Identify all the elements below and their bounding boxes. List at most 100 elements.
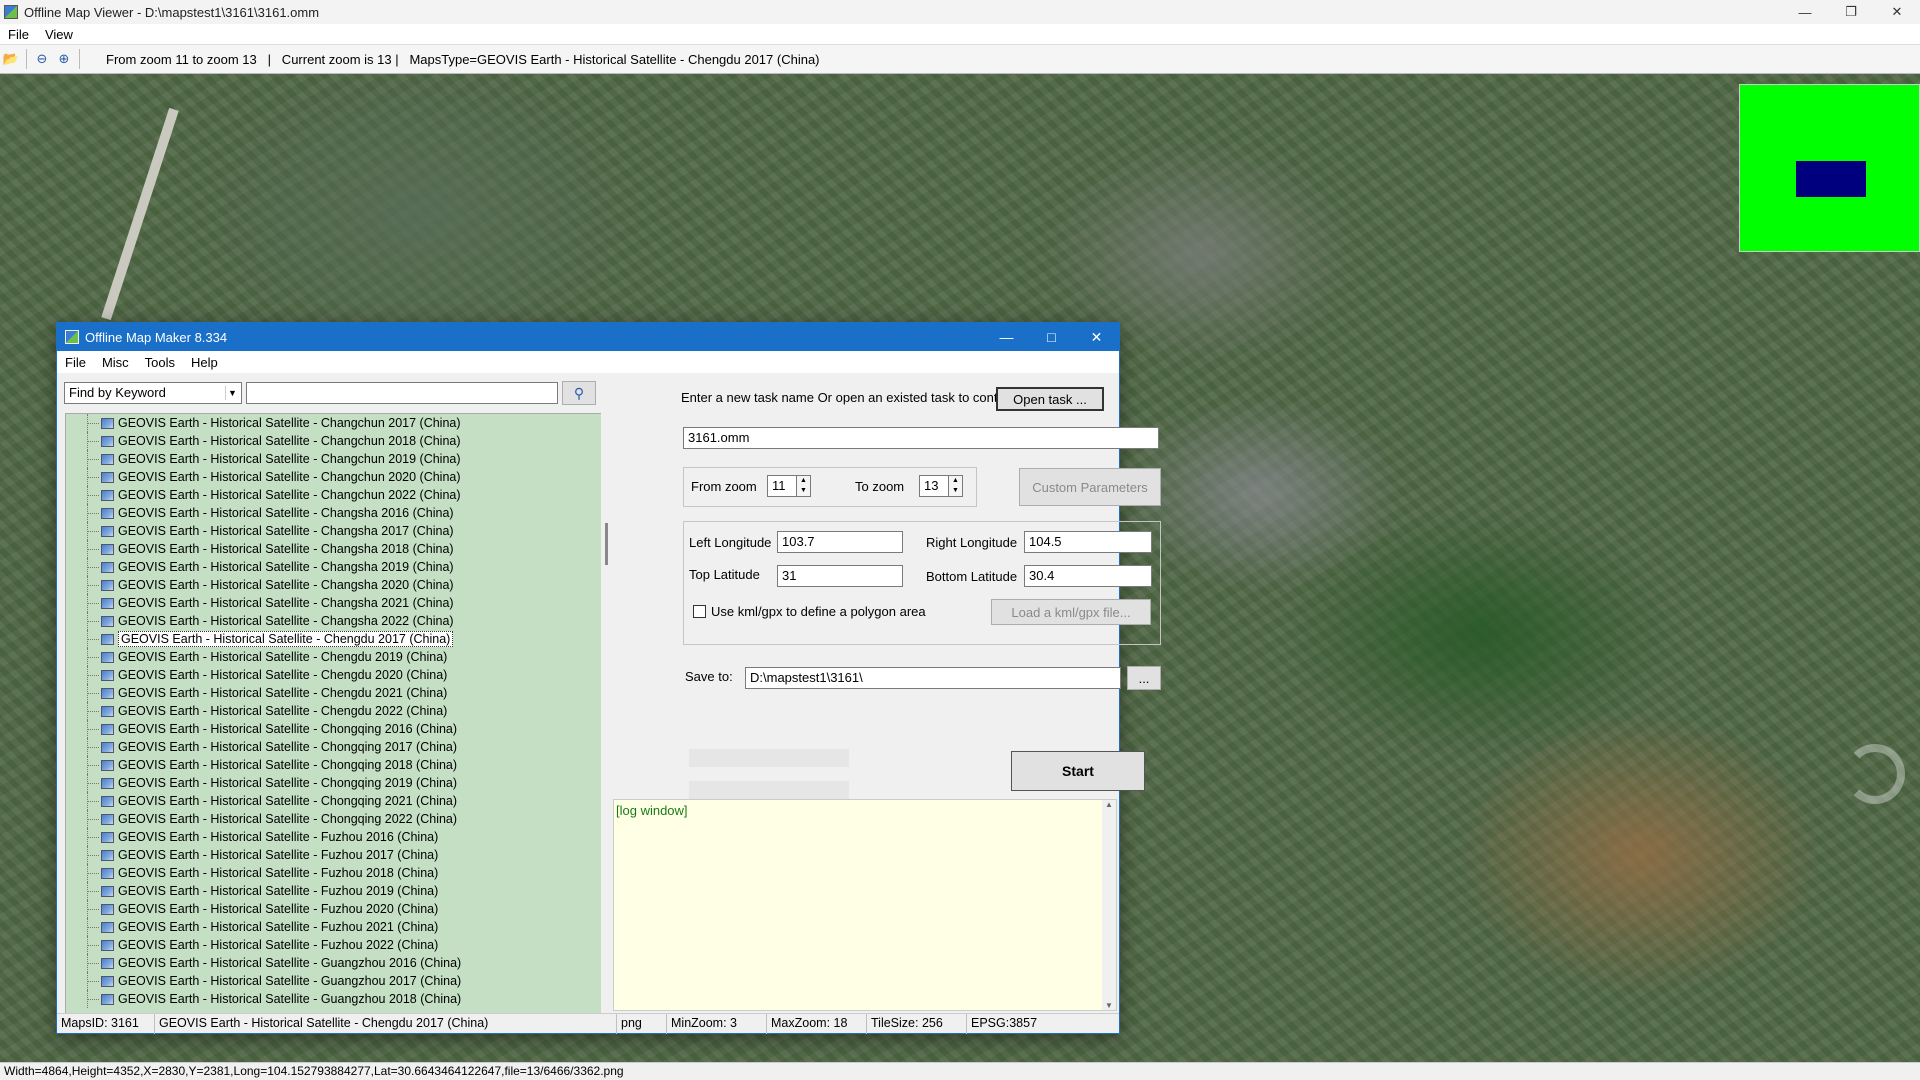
tree-item[interactable]: GEOVIS Earth - Historical Satellite - Ch… [66, 756, 602, 774]
chevron-down-icon[interactable]: ▼ [225, 386, 239, 400]
dialog-titlebar[interactable]: Offline Map Maker 8.334 — □ ✕ [57, 323, 1119, 351]
overview-minimap[interactable] [1739, 84, 1920, 252]
tree-item[interactable]: GEOVIS Earth - Historical Satellite - Fu… [66, 864, 602, 882]
dialog-menu-help[interactable]: Help [183, 355, 226, 370]
load-kml-button[interactable]: Load a kml/gpx file... [991, 599, 1151, 625]
tree-item[interactable]: GEOVIS Earth - Historical Satellite - Ch… [66, 558, 602, 576]
tree-item[interactable]: GEOVIS Earth - Historical Satellite - Fu… [66, 828, 602, 846]
zoom-out-icon[interactable]: ⊖ [31, 48, 53, 70]
tree-item-label: GEOVIS Earth - Historical Satellite - Ch… [118, 631, 454, 647]
task-name-input[interactable]: 3161.omm [683, 427, 1159, 449]
tree-item[interactable]: GEOVIS Earth - Historical Satellite - Gu… [66, 972, 602, 990]
viewer-menu-view[interactable]: View [37, 27, 81, 42]
dialog-menu-file[interactable]: File [57, 355, 94, 370]
tree-item[interactable]: GEOVIS Earth - Historical Satellite - Ch… [66, 522, 602, 540]
tree-item[interactable]: GEOVIS Earth - Historical Satellite - Ch… [66, 612, 602, 630]
right-longitude-input[interactable]: 104.5 [1024, 531, 1152, 553]
kml-checkbox-label[interactable]: Use kml/gpx to define a polygon area [711, 604, 926, 619]
tree-scrollbar-thumb[interactable] [605, 523, 608, 565]
tree-item[interactable]: GEOVIS Earth - Historical Satellite - Fu… [66, 918, 602, 936]
scroll-down-icon[interactable]: ▼ [1102, 1001, 1116, 1010]
tree-item[interactable]: GEOVIS Earth - Historical Satellite - Ch… [66, 504, 602, 522]
viewer-window-controls: — ❐ ✕ [1782, 0, 1920, 24]
tree-item[interactable]: GEOVIS Earth - Historical Satellite - Ch… [66, 702, 602, 720]
minimize-icon[interactable]: — [1782, 0, 1828, 24]
tree-item[interactable]: GEOVIS Earth - Historical Satellite - Ch… [66, 810, 602, 828]
tree-item[interactable]: GEOVIS Earth - Historical Satellite - Fu… [66, 882, 602, 900]
status-epsg: EPSG:3857 [971, 1016, 1038, 1030]
map-tile-icon [101, 849, 114, 861]
zoom-in-icon[interactable]: ⊕ [53, 48, 75, 70]
bottom-latitude-input[interactable]: 30.4 [1024, 565, 1152, 587]
tree-item[interactable]: GEOVIS Earth - Historical Satellite - Ch… [66, 630, 602, 648]
map-maker-dialog: Offline Map Maker 8.334 — □ ✕ File Misc … [56, 322, 1161, 1034]
start-button[interactable]: Start [1011, 751, 1145, 791]
minimize-icon[interactable]: — [984, 323, 1029, 351]
map-tile-icon [101, 669, 114, 681]
close-icon[interactable]: ✕ [1874, 0, 1920, 24]
dialog-menu-tools[interactable]: Tools [137, 355, 183, 370]
viewer-menubar: File View [0, 24, 1920, 44]
to-zoom-stepper[interactable]: 13 ▲ ▼ [919, 475, 963, 497]
tree-item-label: GEOVIS Earth - Historical Satellite - Ch… [118, 794, 458, 808]
tree-item[interactable]: GEOVIS Earth - Historical Satellite - Ch… [66, 720, 602, 738]
map-tile-icon [101, 543, 114, 555]
map-tile-icon [101, 795, 114, 807]
stepper-arrows-icon[interactable]: ▲ ▼ [797, 475, 811, 497]
tree-item[interactable]: GEOVIS Earth - Historical Satellite - Ch… [66, 450, 602, 468]
left-longitude-input[interactable]: 103.7 [777, 531, 903, 553]
tree-item[interactable]: GEOVIS Earth - Historical Satellite - Ch… [66, 414, 602, 432]
tree-item[interactable]: GEOVIS Earth - Historical Satellite - Ch… [66, 468, 602, 486]
close-icon[interactable]: ✕ [1074, 323, 1119, 351]
tree-item[interactable]: GEOVIS Earth - Historical Satellite - Ch… [66, 666, 602, 684]
from-zoom-stepper[interactable]: 11 ▲ ▼ [767, 475, 811, 497]
tree-item[interactable]: GEOVIS Earth - Historical Satellite - Ch… [66, 540, 602, 558]
tree-item[interactable]: GEOVIS Earth - Historical Satellite - Gu… [66, 990, 602, 1008]
tree-item[interactable]: GEOVIS Earth - Historical Satellite - Fu… [66, 936, 602, 954]
tree-item-label: GEOVIS Earth - Historical Satellite - Fu… [118, 938, 439, 952]
maximize-icon[interactable]: □ [1029, 323, 1074, 351]
map-tile-icon [101, 813, 114, 825]
log-scrollbar[interactable]: ▲ ▼ [1102, 800, 1116, 1010]
find-keyword-input[interactable] [246, 382, 558, 404]
find-mode-select[interactable]: Find by Keyword ▼ [64, 382, 242, 404]
from-zoom-label: From zoom [691, 479, 757, 494]
tree-item[interactable]: GEOVIS Earth - Historical Satellite - Gu… [66, 954, 602, 972]
scroll-up-icon[interactable]: ▲ [1102, 800, 1116, 809]
tree-scrollbar[interactable] [601, 413, 613, 1015]
dialog-menu-misc[interactable]: Misc [94, 355, 137, 370]
tree-item[interactable]: GEOVIS Earth - Historical Satellite - Ch… [66, 486, 602, 504]
tree-item[interactable]: GEOVIS Earth - Historical Satellite - Fu… [66, 900, 602, 918]
log-window[interactable]: [log window] ▲ ▼ [613, 799, 1117, 1011]
viewer-toolbar: 📂 ⊖ ⊕ From zoom 11 to zoom 13 | Current … [0, 44, 1920, 74]
from-zoom-value[interactable]: 11 [767, 475, 797, 497]
tree-item[interactable]: GEOVIS Earth - Historical Satellite - Ch… [66, 432, 602, 450]
restore-icon[interactable]: ❐ [1828, 0, 1874, 24]
to-zoom-value[interactable]: 13 [919, 475, 949, 497]
tree-item[interactable]: GEOVIS Earth - Historical Satellite - Ch… [66, 594, 602, 612]
tree-item[interactable]: GEOVIS Earth - Historical Satellite - Fu… [66, 846, 602, 864]
tree-item[interactable]: GEOVIS Earth - Historical Satellite - Ch… [66, 738, 602, 756]
tree-item[interactable]: GEOVIS Earth - Historical Satellite - Ch… [66, 684, 602, 702]
top-latitude-input[interactable]: 31 [777, 565, 903, 587]
map-tile-icon [101, 507, 114, 519]
browse-folder-button[interactable]: ... [1127, 666, 1161, 690]
tree-item-label: GEOVIS Earth - Historical Satellite - Ch… [118, 776, 458, 790]
save-to-input[interactable]: D:\mapstest1\3161\ [745, 667, 1121, 689]
map-tile-icon [101, 831, 114, 843]
tree-item[interactable]: GEOVIS Earth - Historical Satellite - Ch… [66, 648, 602, 666]
overview-viewport-rect[interactable] [1796, 161, 1866, 197]
search-button[interactable]: ⚲ [562, 381, 596, 405]
open-task-button[interactable]: Open task ... [996, 387, 1104, 411]
viewer-titlebar: Offline Map Viewer - D:\mapstest1\3161\3… [0, 0, 1920, 24]
tree-item[interactable]: GEOVIS Earth - Historical Satellite - Ch… [66, 792, 602, 810]
stepper-arrows-icon[interactable]: ▲ ▼ [949, 475, 963, 497]
watermark-logo-icon [1845, 744, 1905, 804]
tree-item[interactable]: GEOVIS Earth - Historical Satellite - Ch… [66, 576, 602, 594]
open-folder-icon[interactable]: 📂 [0, 48, 22, 70]
maps-tree[interactable]: GEOVIS Earth - Historical Satellite - Ch… [65, 413, 603, 1015]
tree-item[interactable]: GEOVIS Earth - Historical Satellite - Ch… [66, 774, 602, 792]
custom-parameters-button[interactable]: Custom Parameters [1019, 468, 1161, 506]
viewer-menu-file[interactable]: File [0, 27, 37, 42]
kml-checkbox[interactable] [693, 605, 706, 618]
